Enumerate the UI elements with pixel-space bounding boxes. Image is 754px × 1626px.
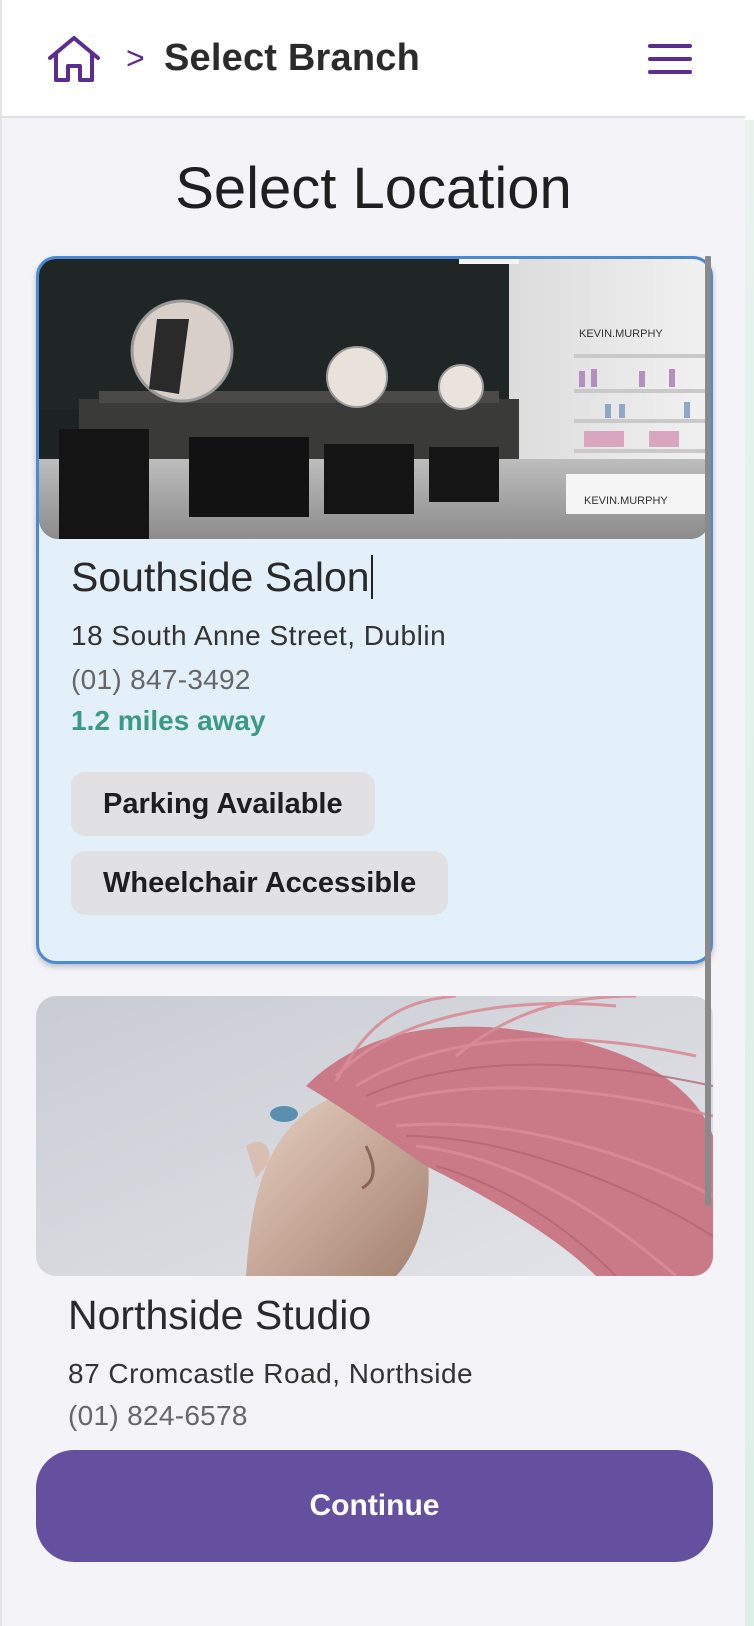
location-name: Southside Salon xyxy=(71,554,373,601)
list-scrollbar[interactable] xyxy=(705,256,711,1206)
location-address: 18 South Anne Street, Dublin xyxy=(71,620,447,651)
salon-interior-image: KEVIN.MURPHY KEVIN.MURPHY xyxy=(39,259,710,539)
hamburger-menu-icon[interactable] xyxy=(648,42,694,76)
location-card-northside[interactable]: Northside Studio 87 Cromcastle Road, Nor… xyxy=(36,996,713,1439)
home-icon[interactable] xyxy=(46,34,102,84)
location-name: Northside Studio xyxy=(68,1292,372,1338)
amenity-tag-parking[interactable]: Parking Available xyxy=(71,772,375,836)
location-phone: (01) 847-3492 xyxy=(71,664,251,695)
adjacent-window-edge xyxy=(745,0,754,1626)
breadcrumb-separator: > xyxy=(126,40,145,76)
location-distance: 1.2 miles away xyxy=(71,705,266,736)
location-address: 87 Cromcastle Road, Northside xyxy=(68,1358,474,1389)
page-title: Select Location xyxy=(175,156,572,221)
svg-text:KEVIN.MURPHY: KEVIN.MURPHY xyxy=(579,328,663,340)
pink-hair-model-image xyxy=(36,996,713,1276)
breadcrumb-current: Select Branch xyxy=(164,37,421,79)
location-card-southside[interactable]: KEVIN.MURPHY KEVIN.MURPHY Southside Salo… xyxy=(36,256,713,964)
amenity-tag-wheelchair[interactable]: Wheelchair Accessible xyxy=(71,851,449,915)
location-phone: (01) 824-6578 xyxy=(68,1400,248,1431)
text-cursor xyxy=(370,555,373,599)
svg-text:KEVIN.MURPHY: KEVIN.MURPHY xyxy=(584,495,668,507)
app-screen: > Select Branch Select Location KEVIN.MU… xyxy=(0,0,745,1626)
top-navigation-bar: > Select Branch xyxy=(2,0,745,118)
continue-button[interactable]: Continue xyxy=(36,1450,713,1562)
location-list[interactable]: KEVIN.MURPHY KEVIN.MURPHY Southside Salo… xyxy=(2,254,745,1439)
